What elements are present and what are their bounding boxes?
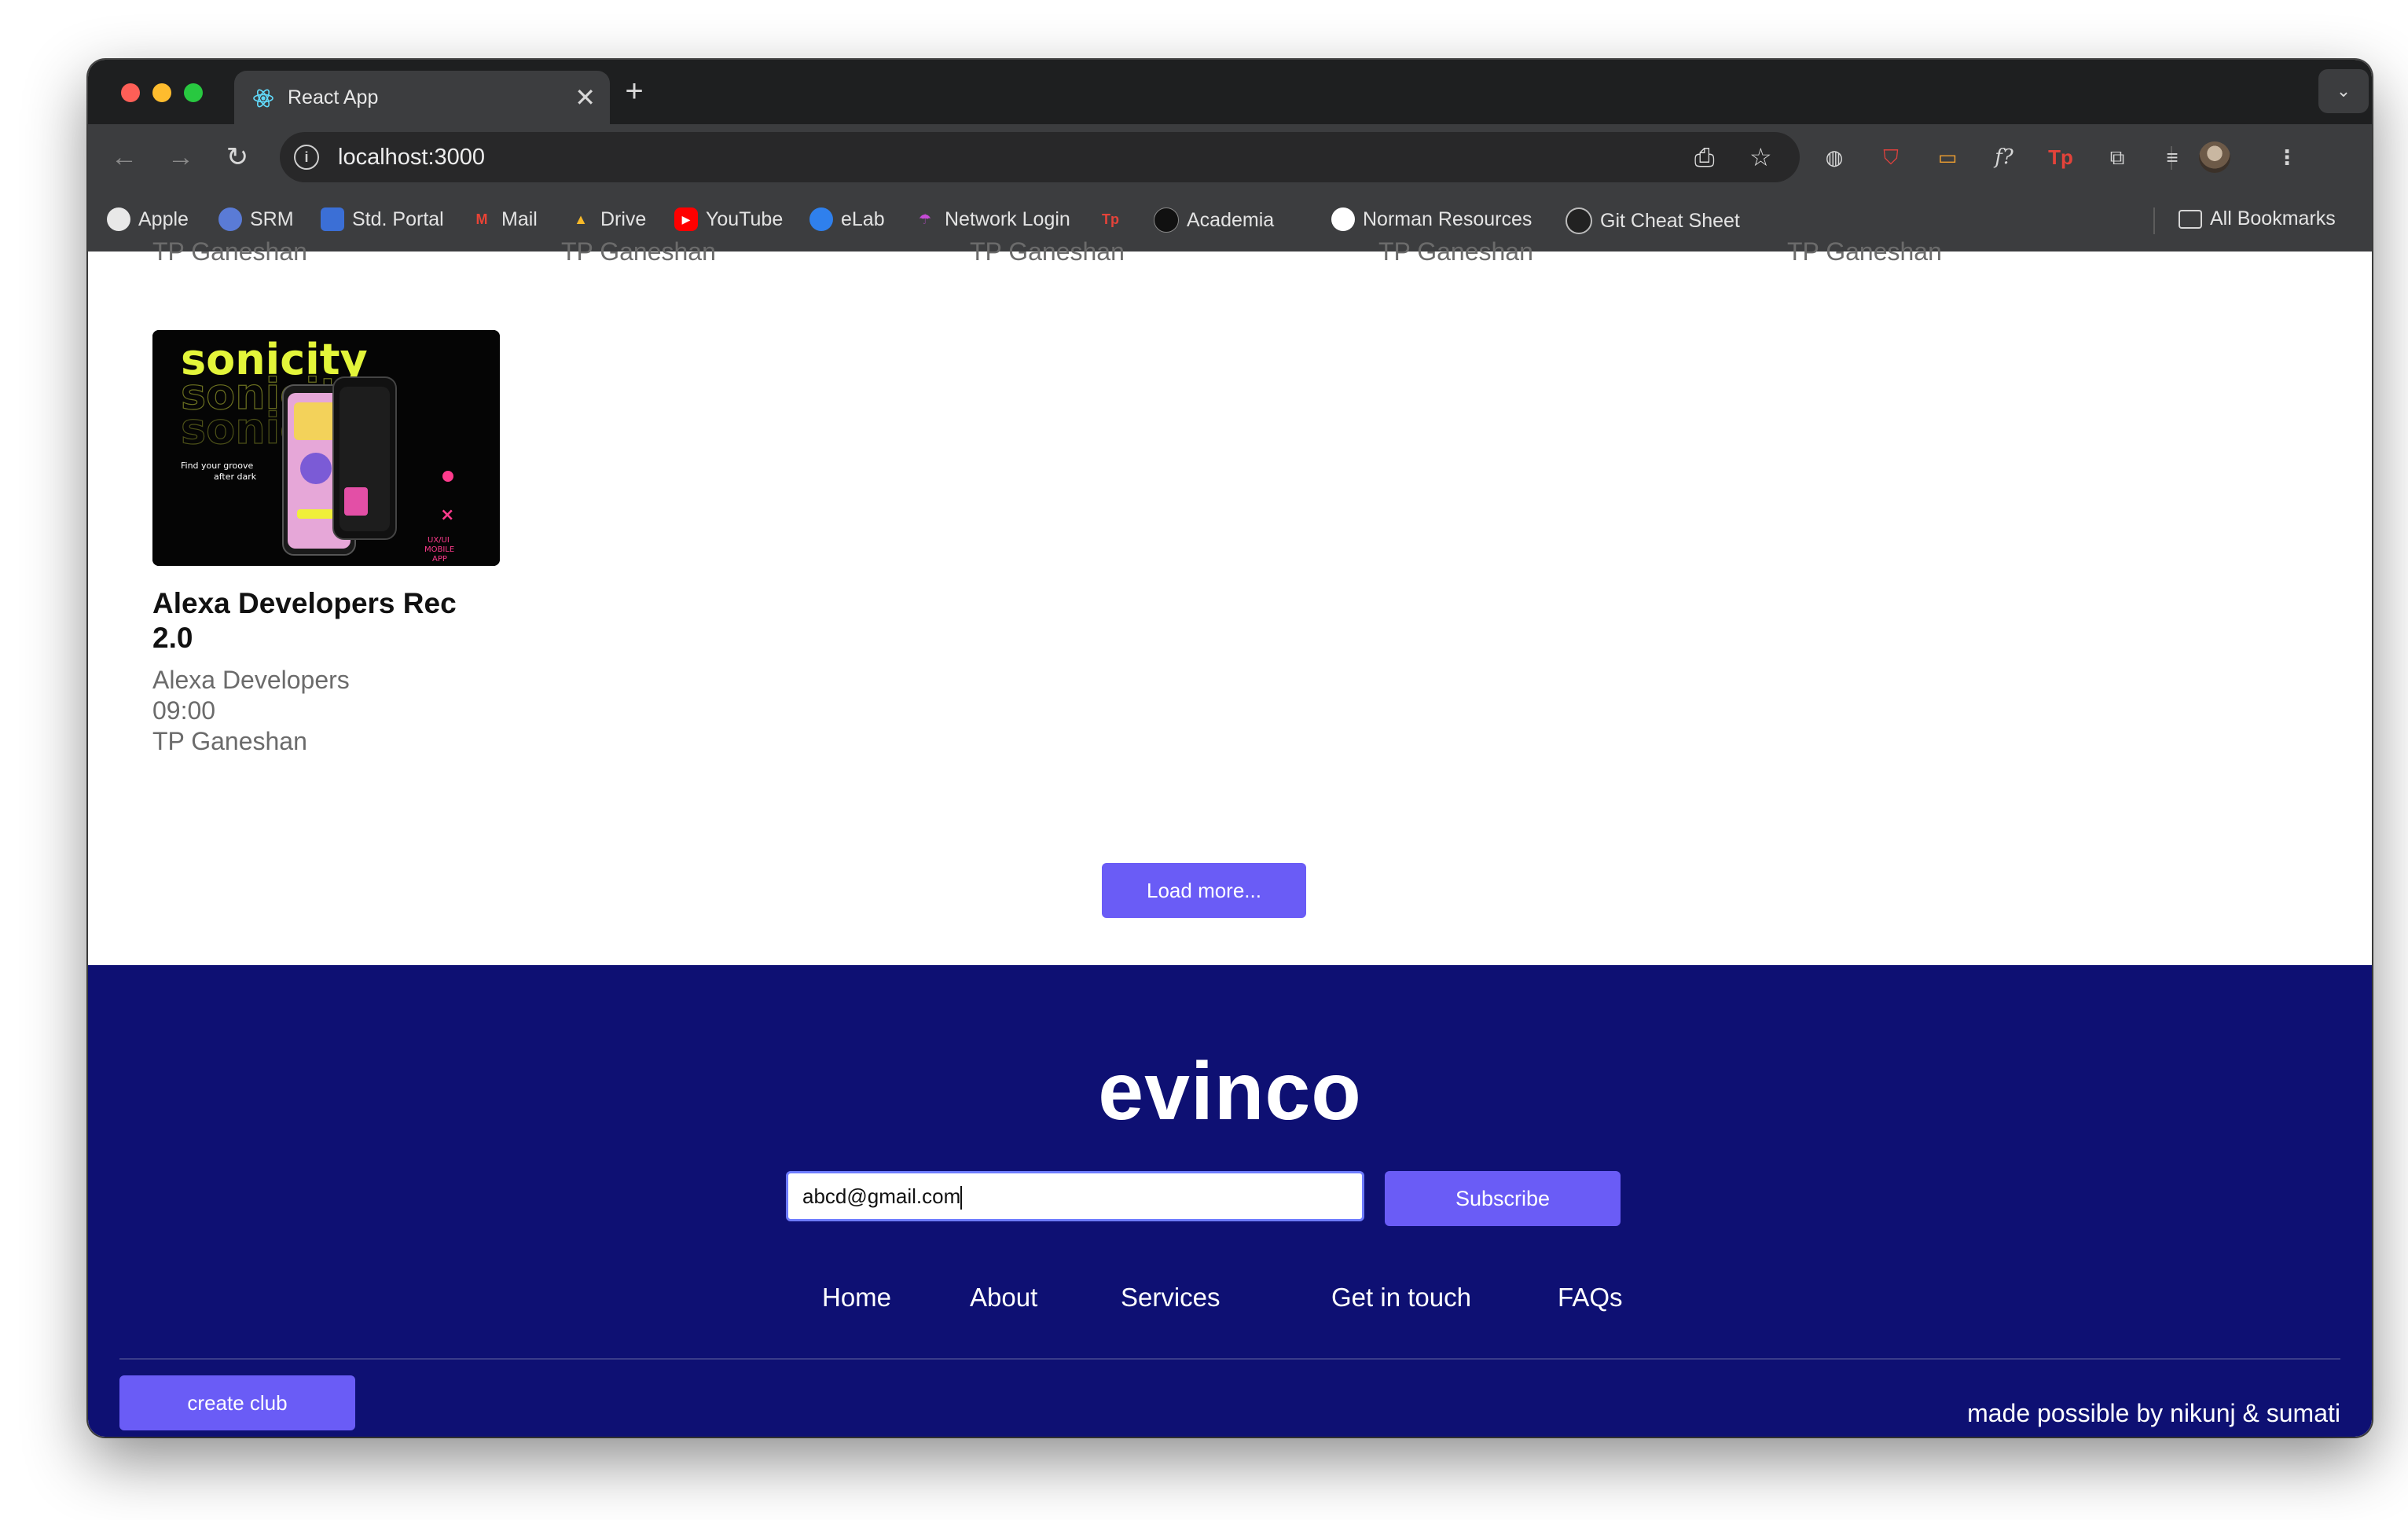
subscribe-button[interactable]: Subscribe	[1385, 1171, 1621, 1226]
new-tab-button[interactable]: +	[615, 74, 654, 108]
browser-window: React App ✕ + ⌄ ← → ↻ i localhost:3000 ⎙…	[88, 60, 2372, 1437]
formula-extension-icon[interactable]: f?	[1987, 140, 2021, 174]
tab-search-button[interactable]: ⌄	[2318, 69, 2369, 113]
academia-icon	[1154, 207, 1179, 233]
bookmark-star-icon[interactable]: ☆	[1749, 143, 1772, 171]
create-club-button[interactable]: create club	[119, 1375, 355, 1430]
brand-logo: evinco	[1098, 1046, 1362, 1137]
load-more-button[interactable]: Load more...	[1102, 863, 1306, 918]
bookmark-academia[interactable]: Academia	[1154, 207, 1274, 233]
address-bar[interactable]: i localhost:3000 ⎙ ☆	[280, 132, 1800, 182]
footer-link-get-in-touch[interactable]: Get in touch	[1331, 1283, 1471, 1313]
tp-extension-icon[interactable]: Tp	[2043, 140, 2078, 174]
bookmark-network-login[interactable]: ☂ Network Login	[913, 207, 1070, 231]
bookmarks-bar: Apple SRM Std. Portal M Mail ▲ Drive ▶ YouT…	[88, 190, 2372, 251]
event-venue-clipped: TP Ganeshan	[1378, 237, 1533, 266]
bookmark-std-portal[interactable]: Std. Portal	[321, 207, 444, 231]
forward-icon[interactable]: →	[162, 138, 200, 176]
svg-text:×: ×	[440, 505, 454, 525]
footer-link-home[interactable]: Home	[822, 1283, 891, 1313]
folder-icon	[2179, 209, 2202, 229]
react-icon	[253, 89, 273, 108]
install-app-icon[interactable]: ⎙	[1694, 143, 1715, 171]
site-footer: evinco abcd@gmail.com Subscribe Home Abo…	[88, 965, 2372, 1437]
elab-icon	[809, 207, 833, 231]
srm-icon	[218, 207, 242, 231]
github-icon	[1331, 207, 1355, 231]
minimize-window-button[interactable]	[152, 83, 171, 102]
tp-icon: Tp	[1102, 211, 1119, 227]
reload-icon[interactable]: ↻	[218, 138, 256, 176]
terminal-extension-icon[interactable]: ▭	[1930, 140, 1965, 174]
tab-react-app[interactable]: React App ✕	[234, 71, 610, 124]
footer-link-about[interactable]: About	[970, 1283, 1037, 1313]
event-card[interactable]: sonicity sonicity sonicity Find your gro…	[152, 330, 500, 757]
chrome-menu-icon[interactable]: ⋮	[2270, 140, 2304, 174]
youtube-icon: ▶	[674, 207, 698, 231]
event-time: 09:00	[152, 696, 216, 725]
bookmark-srm[interactable]: SRM	[218, 207, 294, 231]
bookmark-git-cheat-sheet[interactable]: Git Cheat Sheet	[1566, 207, 1740, 234]
event-poster[interactable]: sonicity sonicity sonicity Find your gro…	[152, 330, 500, 566]
footer-link-faqs[interactable]: FAQs	[1558, 1283, 1623, 1313]
event-title[interactable]: Alexa Developers Rec 2.0	[152, 586, 483, 655]
drive-icon: ▲	[574, 211, 588, 227]
newsletter-email-input[interactable]: abcd@gmail.com	[786, 1171, 1364, 1221]
tab-title: React App	[288, 86, 379, 108]
page-content: TP Ganeshan TP Ganeshan TP Ganeshan TP G…	[88, 237, 2372, 1437]
bookmarks-separator	[2153, 207, 2155, 234]
portal-icon	[321, 207, 344, 231]
all-bookmarks[interactable]: All Bookmarks	[2179, 207, 2336, 230]
svg-text:after dark: after dark	[214, 472, 257, 482]
bookmark-apple[interactable]: Apple	[107, 207, 189, 231]
maximize-window-button[interactable]	[184, 83, 203, 102]
svg-text:MOBILE: MOBILE	[424, 545, 454, 554]
svg-text:UX/UI: UX/UI	[428, 536, 450, 545]
github-icon	[1566, 207, 1592, 234]
close-window-button[interactable]	[121, 83, 140, 102]
bookmark-drive[interactable]: ▲ Drive	[569, 207, 646, 231]
bookmark-mail[interactable]: M Mail	[470, 207, 538, 231]
footer-link-services[interactable]: Services	[1121, 1283, 1221, 1313]
footer-credit: made possible by nikunj & sumati	[1967, 1399, 2340, 1427]
ublock-extension-icon[interactable]: ⛉	[1874, 140, 1908, 174]
profile-avatar[interactable]	[2199, 141, 2230, 173]
bookmark-elab[interactable]: eLab	[809, 207, 885, 231]
sonicity-poster-image: sonicity sonicity sonicity Find your gro…	[152, 330, 500, 566]
svg-text:Find your groove: Find your groove	[181, 461, 253, 471]
bookmark-tp[interactable]: Tp	[1099, 207, 1130, 231]
media-queue-icon[interactable]: ≡	[2155, 140, 2190, 174]
event-venue: TP Ganeshan	[152, 727, 307, 755]
footer-divider	[119, 1358, 2340, 1360]
text-caret	[960, 1186, 963, 1210]
umbrella-icon: ☂	[918, 211, 932, 227]
tab-strip: React App ✕ + ⌄	[88, 60, 2372, 124]
bookmark-youtube[interactable]: ▶ YouTube	[674, 207, 783, 231]
back-icon[interactable]: ←	[105, 138, 143, 176]
event-venue-clipped: TP Ganeshan	[152, 237, 307, 266]
url-text[interactable]: localhost:3000	[338, 145, 485, 171]
event-club: Alexa Developers	[152, 666, 350, 694]
close-tab-icon[interactable]: ✕	[574, 82, 596, 113]
gmail-icon: M	[475, 211, 488, 227]
bookmark-norman-resources[interactable]: Norman Resources	[1331, 207, 1532, 231]
svg-text:APP: APP	[432, 555, 447, 564]
event-venue-clipped: TP Ganeshan	[970, 237, 1125, 266]
site-info-icon[interactable]: i	[294, 145, 319, 170]
event-venue-clipped: TP Ganeshan	[1787, 237, 1942, 266]
browser-toolbar: ← → ↻ i localhost:3000 ⎙ ☆ ◍ ⛉ ▭ f? Tp ⧉…	[88, 124, 2372, 190]
apple-icon	[107, 207, 130, 231]
extensions-puzzle-icon[interactable]: ⧉	[2100, 140, 2135, 174]
globe-extension-icon[interactable]: ◍	[1817, 140, 1852, 174]
event-venue-clipped: TP Ganeshan	[561, 237, 716, 266]
